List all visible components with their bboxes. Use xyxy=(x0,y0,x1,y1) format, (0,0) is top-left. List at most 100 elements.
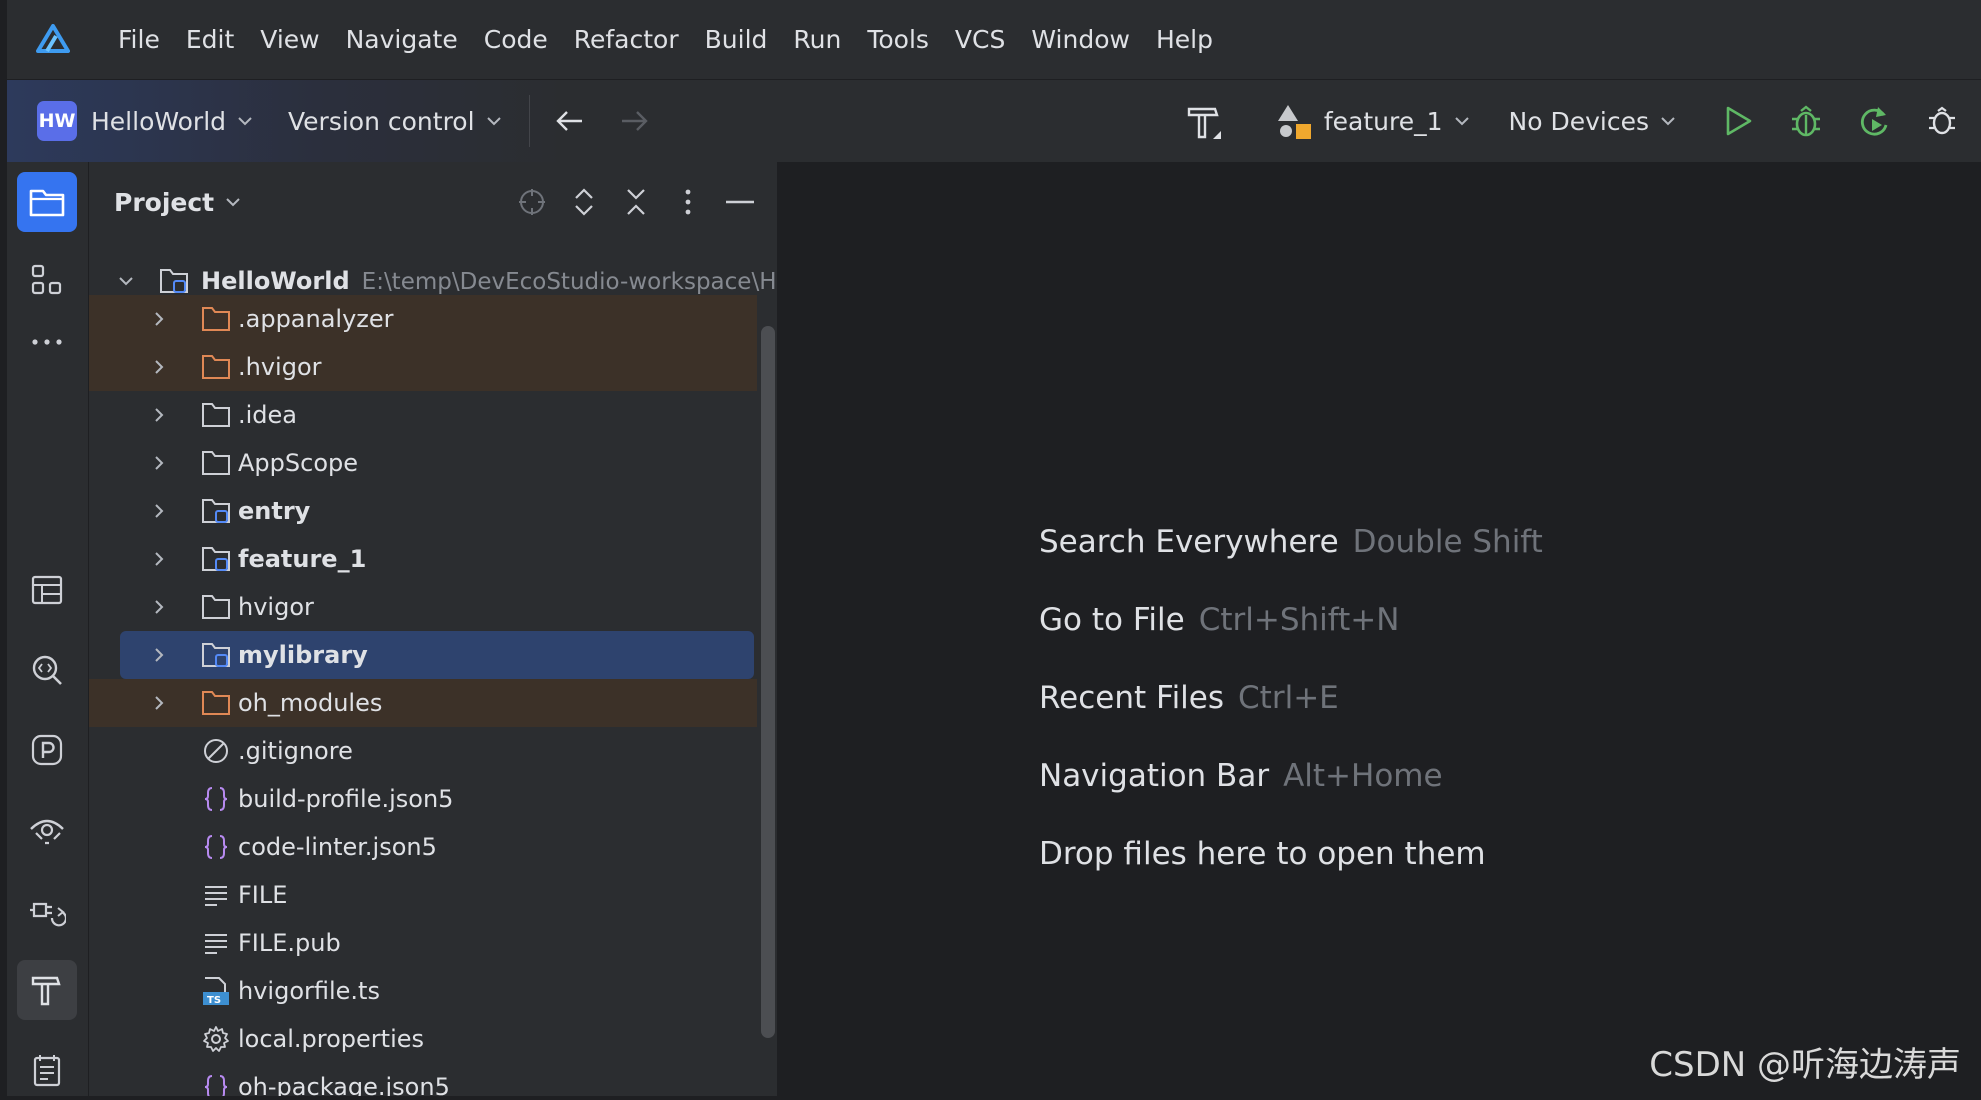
chevron-down-icon xyxy=(1454,117,1469,126)
chevron-down-icon[interactable] xyxy=(116,271,136,291)
version-control-label: Version control xyxy=(288,106,475,136)
tree-item[interactable]: AppScope xyxy=(89,439,757,487)
menu-file[interactable]: File xyxy=(105,25,173,54)
menu-view[interactable]: View xyxy=(247,25,332,54)
tree-item[interactable]: FILE.pub xyxy=(89,919,757,967)
chevron-right-icon[interactable] xyxy=(149,597,169,617)
tool-window-strip xyxy=(7,162,89,1096)
tree-item[interactable]: .idea xyxy=(89,391,757,439)
tree-item-label: .appanalyzer xyxy=(238,305,394,333)
tree-item[interactable]: .gitignore xyxy=(89,727,757,775)
hint-label: Recent Files xyxy=(1039,680,1225,716)
chevron-down-icon[interactable] xyxy=(224,193,242,211)
tree-item[interactable]: build-profile.json5 xyxy=(89,775,757,823)
editor-empty-area[interactable]: Search Everywhere Double Shift Go to File… xyxy=(778,162,1981,1096)
tree-item-label: FILE.pub xyxy=(238,929,341,957)
tree-item-label: oh-package.json5 xyxy=(238,1073,450,1096)
menu-navigate[interactable]: Navigate xyxy=(333,25,471,54)
device-sync-button[interactable] xyxy=(17,880,77,940)
panel-title[interactable]: Project xyxy=(114,188,214,217)
module-folder-icon xyxy=(159,266,189,296)
tree-item[interactable]: entry xyxy=(89,487,757,535)
menu-tools[interactable]: Tools xyxy=(854,25,942,54)
chevron-right-icon[interactable] xyxy=(149,549,169,569)
arrow-right-icon xyxy=(621,111,648,131)
code-inspect-button[interactable] xyxy=(17,640,77,700)
folder-icon xyxy=(201,592,231,622)
bug-icon xyxy=(1792,105,1820,137)
tree-item[interactable]: local.properties xyxy=(89,1015,757,1063)
build-tool-button[interactable] xyxy=(17,960,77,1020)
tree-item[interactable]: code-linter.json5 xyxy=(89,823,757,871)
hide-panel-button[interactable] xyxy=(721,183,759,221)
options-menu-button[interactable] xyxy=(669,183,707,221)
layout-inspector-button[interactable] xyxy=(17,560,77,620)
chevron-right-icon[interactable] xyxy=(149,645,169,665)
typescript-file-icon: TS xyxy=(201,976,231,1006)
back-button[interactable] xyxy=(550,101,590,141)
version-control-selector[interactable]: Version control xyxy=(288,107,503,136)
menu-refactor[interactable]: Refactor xyxy=(561,25,692,54)
attach-debugger-button[interactable] xyxy=(1917,96,1967,146)
tree-item-label: code-linter.json5 xyxy=(238,833,437,861)
menu-help[interactable]: Help xyxy=(1143,25,1226,54)
menu-window[interactable]: Window xyxy=(1018,25,1143,54)
structure-tool-button[interactable] xyxy=(17,250,77,310)
device-selector[interactable]: No Devices xyxy=(1509,107,1677,136)
text-file-icon xyxy=(201,928,231,958)
debug-attach-icon xyxy=(1929,106,1955,135)
menu-build[interactable]: Build xyxy=(692,25,781,54)
run-config-selector[interactable]: feature_1 xyxy=(1274,101,1471,141)
tree-item[interactable]: .appanalyzer xyxy=(89,295,757,343)
hint-shortcut: Double Shift xyxy=(1352,524,1543,560)
build-hammer-button[interactable] xyxy=(1178,96,1228,146)
chevron-right-icon[interactable] xyxy=(149,453,169,473)
run-button[interactable] xyxy=(1713,96,1763,146)
deveco-logo-icon[interactable] xyxy=(29,15,77,63)
refresh-run-icon xyxy=(1860,107,1888,136)
project-tool-button[interactable] xyxy=(17,172,77,232)
project-selector[interactable]: HW HelloWorld xyxy=(37,101,254,141)
tree-item[interactable]: .hvigor xyxy=(89,343,757,391)
tree-item[interactable]: TS hvigorfile.ts xyxy=(89,967,757,1015)
tree-item[interactable]: oh_modules xyxy=(89,679,757,727)
tree-item-selected[interactable]: mylibrary xyxy=(120,631,754,679)
profiler-button[interactable] xyxy=(17,720,77,780)
expand-all-button[interactable] xyxy=(565,183,603,221)
menu-edit[interactable]: Edit xyxy=(173,25,247,54)
forward-button[interactable] xyxy=(614,101,654,141)
main-toolbar: HW HelloWorld Version control feature_1 xyxy=(7,79,1981,163)
minimize-icon xyxy=(726,200,754,204)
code-search-icon xyxy=(32,655,62,685)
chevron-right-icon[interactable] xyxy=(149,405,169,425)
select-opened-file-button[interactable] xyxy=(513,183,551,221)
tree-item[interactable]: hvigor xyxy=(89,583,757,631)
project-badge: HW xyxy=(37,101,77,141)
tree-item[interactable]: feature_1 xyxy=(89,535,757,583)
chevron-right-icon[interactable] xyxy=(149,501,169,521)
tree-item[interactable]: FILE xyxy=(89,871,757,919)
hammer-icon xyxy=(1187,107,1221,139)
menu-run[interactable]: Run xyxy=(780,25,854,54)
ide-window: File Edit View Navigate Code Refactor Bu… xyxy=(7,0,1981,1096)
preview-button[interactable] xyxy=(17,800,77,860)
chevron-right-icon[interactable] xyxy=(149,693,169,713)
folder-icon xyxy=(201,448,231,478)
collapse-all-button[interactable] xyxy=(617,183,655,221)
root-path: E:\temp\DevEcoStudio-workspace\He xyxy=(361,269,777,295)
menu-vcs[interactable]: VCS xyxy=(942,25,1018,54)
device-name: No Devices xyxy=(1508,106,1649,136)
more-tools-button[interactable] xyxy=(17,312,77,372)
debug-button[interactable] xyxy=(1781,96,1831,146)
tree-item-label: mylibrary xyxy=(238,641,368,669)
menu-code[interactable]: Code xyxy=(471,25,561,54)
apply-changes-button[interactable] xyxy=(1849,96,1899,146)
hint-shortcut: Ctrl+Shift+N xyxy=(1198,602,1400,638)
tree-item[interactable]: oh-package.json5 xyxy=(89,1063,757,1096)
json-braces-icon xyxy=(201,1072,231,1096)
chevron-right-icon[interactable] xyxy=(149,357,169,377)
hint-label: Go to File xyxy=(1039,602,1185,638)
todo-tool-button[interactable] xyxy=(17,1040,77,1100)
tree-scrollbar[interactable] xyxy=(761,326,775,1038)
chevron-right-icon[interactable] xyxy=(149,309,169,329)
